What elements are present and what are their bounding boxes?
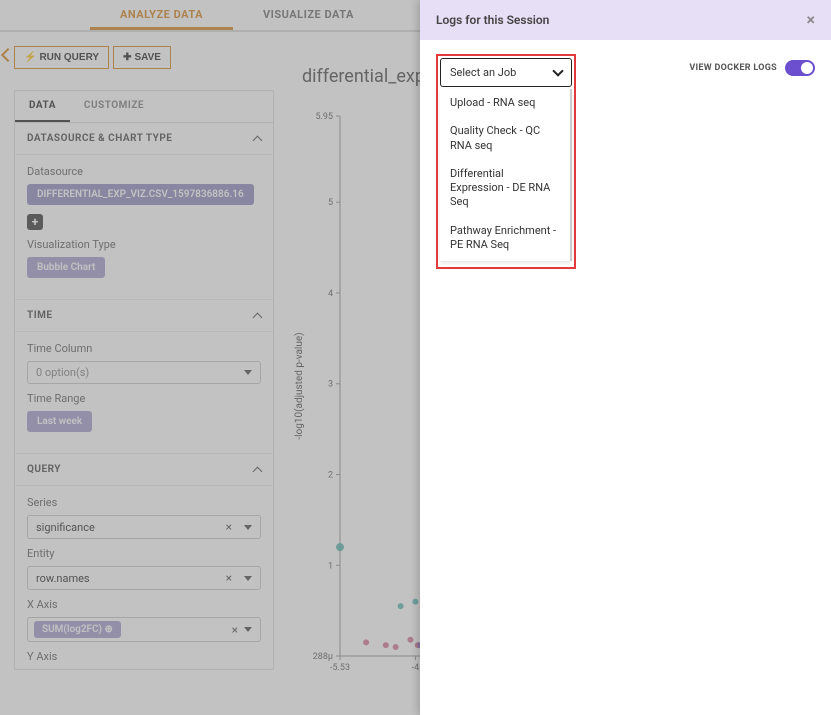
logs-panel: Logs for this Session × Select an Job Up… [420, 0, 831, 715]
logs-panel-title: Logs for this Session [436, 13, 549, 27]
job-dropdown: Upload - RNA seqQuality Check - QC RNA s… [440, 89, 572, 261]
docker-logs-label: VIEW DOCKER LOGS [689, 63, 777, 73]
logs-top-row: Select an Job Upload - RNA seqQuality Ch… [436, 54, 815, 269]
job-dropdown-item[interactable]: Pathway Enrichment - PE RNA Seq [440, 217, 570, 260]
logs-panel-header: Logs for this Session × [420, 0, 831, 40]
docker-logs-toggle[interactable] [785, 60, 815, 76]
job-select-placeholder: Select an Job [450, 66, 516, 79]
chevron-down-icon [552, 65, 563, 76]
job-dropdown-item[interactable]: Differential Expression - DE RNA Seq [440, 160, 570, 217]
job-dropdown-item[interactable]: Quality Check - QC RNA seq [440, 117, 570, 160]
job-dropdown-item[interactable]: Pathway Enrichment - [440, 259, 570, 261]
job-select-highlight: Select an Job Upload - RNA seqQuality Ch… [436, 54, 576, 269]
job-select[interactable]: Select an Job [440, 58, 572, 87]
job-dropdown-item[interactable]: Upload - RNA seq [440, 89, 570, 117]
close-icon[interactable]: × [807, 12, 816, 28]
docker-toggle-row: VIEW DOCKER LOGS [689, 54, 815, 76]
logs-panel-body: Select an Job Upload - RNA seqQuality Ch… [420, 40, 831, 283]
